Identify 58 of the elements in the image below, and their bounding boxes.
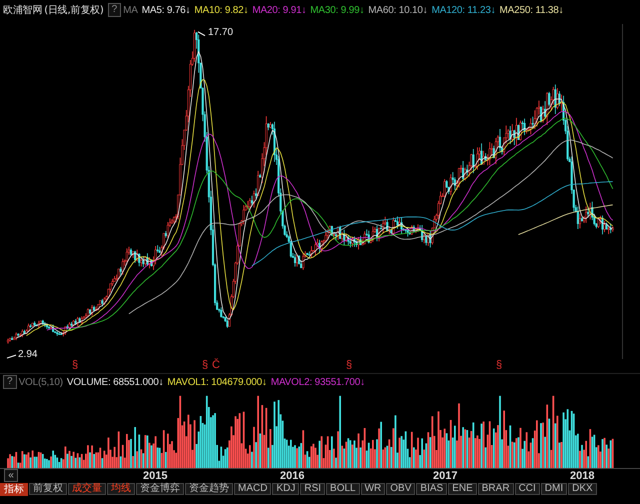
stock-title: 欧浦智网 (3, 4, 42, 17)
ma-value: MA10: 9.82 (194, 4, 244, 16)
down-arrow: ↓ (158, 376, 164, 388)
event-marker[interactable]: § (496, 359, 502, 372)
high-price-label: 17.70 (208, 28, 234, 38)
leader-line (198, 31, 206, 36)
indicator-tab[interactable]: DKX (568, 483, 597, 495)
indicator-tab[interactable]: CCI (514, 483, 540, 495)
ma-label: MA (123, 4, 138, 16)
chart-mode-label: (日线,前复权) (44, 4, 104, 17)
help-button[interactable]: ? (3, 375, 17, 389)
ma-value: MA30: 9.99 (310, 4, 360, 16)
volume-value: MAVOL2: 93551.700 (270, 376, 360, 388)
indicator-tab[interactable]: KDJ (272, 483, 300, 495)
indicator-tab[interactable]: 均线 (107, 483, 135, 495)
indicator-tab[interactable]: MACD (234, 483, 272, 495)
down-arrow: ↓ (422, 4, 428, 16)
down-arrow: ↓ (301, 4, 306, 16)
indicator-tab[interactable]: WR (360, 483, 386, 495)
ma-value: MA20: 9.91 (252, 4, 302, 16)
help-button[interactable]: ? (108, 3, 122, 17)
indicator-tab[interactable]: BOLL (326, 483, 360, 495)
indicator-name: VOL(5,10) (18, 376, 63, 388)
indicator-tab[interactable]: 成交量 (68, 483, 106, 495)
indicator-tab[interactable]: 前复权 (29, 483, 67, 495)
indicator-tab[interactable]: 资金博弈 (136, 483, 184, 495)
down-arrow: ↓ (360, 376, 365, 388)
ma-value: MA250: 11.38 (500, 4, 559, 16)
down-arrow: ↓ (244, 4, 248, 16)
indicator-tab[interactable]: ENE (448, 483, 477, 495)
event-marker[interactable]: § (72, 359, 78, 372)
indicator-tab[interactable]: OBV (386, 483, 416, 495)
year-label: 2015 (143, 469, 168, 482)
ma-value: MA5: 9.76 (142, 4, 186, 16)
ma-value: MA60: 10.10 (368, 4, 423, 16)
leader-line (6, 354, 16, 359)
indicator-tab[interactable]: RSI (300, 483, 326, 495)
year-label: 2017 (433, 469, 458, 483)
volume-value: VOLUME: 68551.000 (66, 376, 159, 388)
event-marker[interactable]: Č (212, 359, 220, 372)
volume-value: MAVOL1: 104679.000 (167, 376, 262, 388)
event-marker[interactable]: § (202, 359, 208, 372)
down-arrow: ↓ (558, 4, 564, 16)
down-arrow: ↓ (490, 4, 496, 16)
year-label: 2018 (570, 469, 594, 483)
low-price-label: 2.94 (18, 350, 38, 360)
indicator-tab[interactable]: DMI (540, 483, 568, 495)
indicator-tab[interactable]: 资金趋势 (185, 483, 233, 495)
ma-value: MA120: 11.23 (432, 4, 491, 16)
indicator-tab[interactable]: BIAS (416, 483, 448, 495)
down-arrow: ↓ (359, 4, 364, 16)
indicator-tab[interactable]: BRAR (478, 483, 514, 495)
down-arrow: ↓ (186, 4, 190, 16)
down-arrow: ↓ (262, 376, 267, 388)
event-marker[interactable]: § (346, 359, 352, 372)
collapse-button[interactable]: « (4, 469, 18, 482)
indicator-label: 指标 (0, 483, 28, 496)
year-label: 2016 (280, 469, 304, 483)
